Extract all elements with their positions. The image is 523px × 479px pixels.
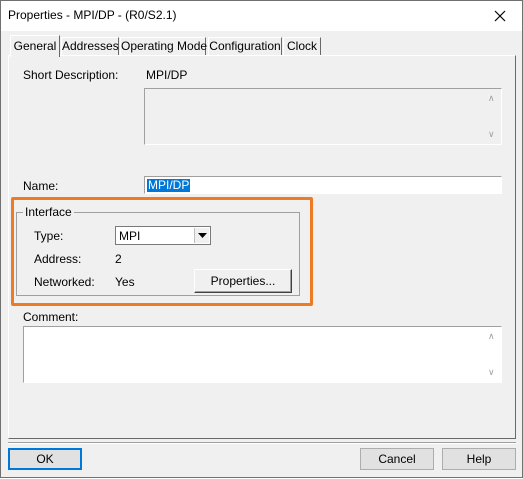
- dropdown-arrow-icon[interactable]: [194, 228, 209, 243]
- networked-value: Yes: [115, 275, 135, 289]
- scroll-down-icon[interactable]: ∨: [488, 130, 495, 139]
- type-dropdown[interactable]: MPI: [115, 226, 211, 245]
- scroll-down-icon[interactable]: ∨: [488, 368, 495, 377]
- address-label: Address:: [34, 252, 82, 266]
- scroll-up-icon[interactable]: ∧: [488, 332, 495, 341]
- address-value: 2: [115, 252, 122, 266]
- comment-label: Comment:: [23, 310, 79, 324]
- short-description-value: MPI/DP: [146, 68, 188, 82]
- help-button[interactable]: Help: [442, 448, 516, 470]
- interface-legend: Interface: [23, 205, 74, 219]
- footer-separator: [8, 442, 516, 444]
- cancel-button[interactable]: Cancel: [360, 448, 434, 470]
- name-label: Name:: [23, 179, 59, 193]
- scroll-up-icon[interactable]: ∧: [488, 94, 495, 103]
- properties-dialog: Properties - MPI/DP - (R0/S2.1) General …: [0, 0, 523, 478]
- name-field-value: MPI/DP: [147, 178, 191, 192]
- name-field[interactable]: MPI/DP: [144, 176, 502, 194]
- type-label: Type:: [34, 229, 64, 243]
- description-scrollbar[interactable]: ∧ ∨: [485, 89, 501, 144]
- comment-field[interactable]: ∧ ∨: [23, 326, 502, 383]
- comment-scrollbar[interactable]: ∧ ∨: [485, 327, 501, 382]
- ok-button[interactable]: OK: [8, 448, 82, 470]
- networked-label: Networked:: [34, 275, 95, 289]
- description-box[interactable]: ∧ ∨: [144, 88, 502, 145]
- interface-properties-button[interactable]: Properties...: [194, 269, 292, 293]
- type-dropdown-value: MPI: [119, 229, 141, 243]
- short-description-label: Short Description:: [23, 68, 119, 82]
